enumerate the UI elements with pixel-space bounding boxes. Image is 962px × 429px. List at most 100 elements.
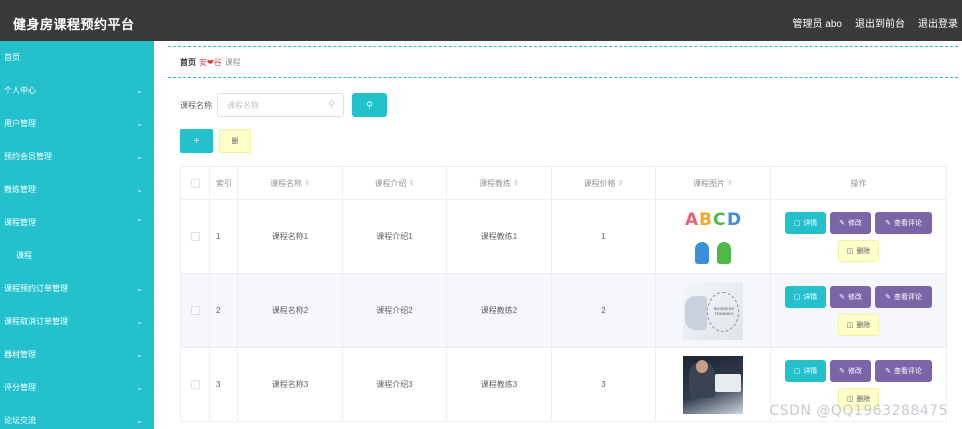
sidebar-item-profile[interactable]: 个人中心 ⌄ xyxy=(0,74,154,107)
view-reviews-button[interactable]: ✎ 查看评论 xyxy=(875,359,932,382)
cell-intro: 课程介绍1 xyxy=(343,200,447,273)
course-table: 索引 课程名称 ⇕ 课程介绍 ⇕ 课程教练 ⇕ 课程价格 ⇕ 课程图片 ⇕ 操作 1 课程… xyxy=(180,166,947,422)
edit-icon: ✎ xyxy=(839,293,845,301)
sidebar-item-booking-orders[interactable]: 课程预约订单管理 ⌄ xyxy=(0,272,154,305)
edit-icon: ✎ xyxy=(885,367,891,375)
header-label: 课程介绍 xyxy=(374,178,407,188)
row-actions: ▢ 详情 ✎ 修改 ✎ 查看评论 ◫ 删除 xyxy=(779,211,939,262)
detail-icon: ▢ xyxy=(793,367,801,375)
add-button[interactable]: + xyxy=(180,129,213,153)
row-checkbox[interactable] xyxy=(190,306,200,315)
cell-image: A B C D xyxy=(656,200,771,273)
delete-button[interactable]: ◫ 删除 xyxy=(838,239,879,262)
batch-delete-button[interactable]: 删 xyxy=(219,129,251,153)
cell-index: 3 xyxy=(210,348,238,421)
row-actions: ▢ 详情 ✎ 修改 ✎ 查看评论 ◫ 删除 xyxy=(779,359,939,410)
view-reviews-button[interactable]: ✎ 查看评论 xyxy=(875,211,932,234)
edit-button[interactable]: ✎ 修改 xyxy=(830,211,871,234)
sidebar-subitem-course[interactable]: 课程 xyxy=(0,239,154,272)
select-all-checkbox[interactable] xyxy=(190,178,200,188)
button-label: 修改 xyxy=(847,219,862,227)
header-name[interactable]: 课程名称 ⇕ xyxy=(238,167,343,199)
header-label: 操作 xyxy=(850,178,867,188)
sidebar-item-ratings[interactable]: 评分管理 ⌄ xyxy=(0,371,154,404)
breadcrumb-row: 首页 安❤谷 课程 xyxy=(180,57,241,68)
sidebar-item-label: 论坛交流 xyxy=(4,416,36,425)
cell-price: 1 xyxy=(552,200,656,273)
header-price[interactable]: 课程价格 ⇕ xyxy=(552,167,656,199)
search-input[interactable] xyxy=(218,94,343,116)
image-caption: BUSINESS TRAINING xyxy=(713,305,735,316)
breadcrumb: 首页 安❤谷 课程 xyxy=(168,46,958,78)
sort-icon: ⇕ xyxy=(617,180,624,187)
trash-icon: ◫ xyxy=(846,395,854,403)
sort-icon: ⇕ xyxy=(408,180,415,187)
chevron-down-icon: ⌄ xyxy=(136,284,143,293)
image-letter: D xyxy=(727,209,742,230)
detail-button[interactable]: ▢ 详情 xyxy=(785,359,826,382)
row-checkbox[interactable] xyxy=(190,232,200,241)
button-label: 查看评论 xyxy=(893,293,922,301)
sidebar-item-label: 课程管理 xyxy=(4,218,36,227)
admin-label: 管理员 abo xyxy=(792,19,842,30)
row-select-cell xyxy=(181,200,210,273)
delete-button[interactable]: ◫ 删除 xyxy=(838,313,879,336)
search-button[interactable]: ⚲ xyxy=(352,93,387,117)
chevron-down-icon: ⌄ xyxy=(136,350,143,359)
cell-ops: ▢ 详情 ✎ 修改 ✎ 查看评论 ◫ 删除 xyxy=(771,200,946,273)
header-image[interactable]: 课程图片 ⇕ xyxy=(656,167,771,199)
table-row: 1 课程名称1 课程介绍1 课程教练1 1 A B C D ▢详情 ✎修改 xyxy=(181,200,946,274)
table-row: 3 课程名称3 课程介绍3 课程教练3 3 ▢ 详情 ✎ 修改 ✎ 查看评论 ◫ 删除 xyxy=(181,348,946,422)
back-to-front-link[interactable]: 退出到前台 xyxy=(855,15,905,30)
header-links: 管理员 abo 退出到前台 退出登录 xyxy=(793,15,958,30)
action-row: + 删 xyxy=(180,129,251,153)
delete-button[interactable]: ◫ 删除 xyxy=(838,387,879,410)
image-figure xyxy=(696,359,708,373)
cell-coach: 课程教练2 xyxy=(447,274,552,347)
breadcrumb-home[interactable]: 首页 xyxy=(180,57,196,68)
row-checkbox[interactable] xyxy=(190,380,200,389)
detail-button[interactable]: ▢ 详情 xyxy=(785,211,826,234)
cell-price: 2 xyxy=(552,274,656,347)
sidebar-item-users[interactable]: 用户管理 ⌄ xyxy=(0,107,154,140)
sidebar-item-home[interactable]: 首页 xyxy=(0,41,154,74)
row-select-cell xyxy=(181,274,210,347)
sidebar-item-label: 课程预约订单管理 xyxy=(4,284,68,293)
sidebar-item-coaches[interactable]: 教练管理 ⌄ xyxy=(0,173,154,206)
header-coach[interactable]: 课程教练 ⇕ xyxy=(447,167,552,199)
detail-button[interactable]: ▢ 详情 xyxy=(785,285,826,308)
button-label: 删除 xyxy=(856,247,871,255)
search-label: 课程名称 xyxy=(180,100,212,110)
cell-name: 课程名称2 xyxy=(238,274,343,347)
sidebar-item-members[interactable]: 预约会员管理 ⌄ xyxy=(0,140,154,173)
header-intro[interactable]: 课程介绍 ⇕ xyxy=(343,167,447,199)
sidebar-item-label: 课程取消订单管理 xyxy=(4,317,68,326)
sidebar: 首页 个人中心 ⌄ 用户管理 ⌄ 预约会员管理 ⌄ 教练管理 ⌄ 课程管理 ⌃ … xyxy=(0,41,154,429)
edit-button[interactable]: ✎ 修改 xyxy=(830,285,871,308)
search-icon: ⚲ xyxy=(328,99,335,109)
button-label: 详情 xyxy=(803,367,818,375)
cell-name: 课程名称3 xyxy=(238,348,343,421)
cell-image: BUSINESS TRAINING xyxy=(656,274,771,347)
edit-button[interactable]: ✎ 修改 xyxy=(830,359,871,382)
course-image-abc: A B C D xyxy=(683,207,743,266)
sidebar-item-cancel-orders[interactable]: 课程取消订单管理 ⌄ xyxy=(0,305,154,338)
table-row: 2 课程名称2 课程介绍2 课程教练2 2 BUSINESS TRAINING … xyxy=(181,274,946,348)
button-label: 修改 xyxy=(847,293,862,301)
cell-image xyxy=(656,348,771,421)
button-label: 查看评论 xyxy=(893,219,922,227)
sidebar-item-courses[interactable]: 课程管理 ⌃ xyxy=(0,206,154,239)
sidebar-item-forum[interactable]: 论坛交流 ⌄ xyxy=(0,404,154,429)
logout-link[interactable]: 退出登录 xyxy=(918,15,958,30)
row-actions: ▢ 详情 ✎ 修改 ✎ 查看评论 ◫ 删除 xyxy=(779,285,939,336)
view-reviews-button[interactable]: ✎ 查看评论 xyxy=(875,285,932,308)
sort-icon: ⇕ xyxy=(304,180,310,187)
sidebar-item-equipment[interactable]: 器材管理 ⌄ xyxy=(0,338,154,371)
cell-index: 1 xyxy=(210,200,238,273)
cell-coach: 课程教练1 xyxy=(447,200,552,273)
image-figure xyxy=(695,241,709,264)
breadcrumb-separator: 安❤谷 xyxy=(199,58,222,67)
app-title: 健身房课程预约平台 xyxy=(13,17,135,32)
header-index: 索引 xyxy=(210,167,238,199)
chevron-down-icon: ⌄ xyxy=(136,416,143,425)
